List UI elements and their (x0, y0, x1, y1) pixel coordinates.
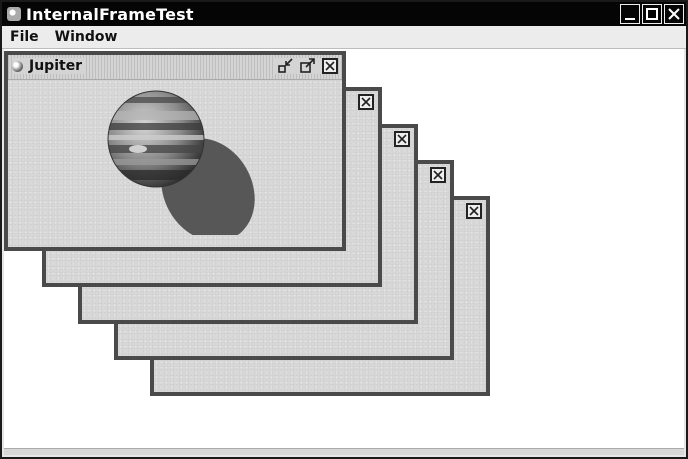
iconify-icon[interactable] (278, 58, 294, 74)
close-icon[interactable] (430, 167, 446, 183)
app-icon[interactable] (7, 7, 21, 21)
maximize-icon[interactable] (300, 58, 316, 74)
minimize-icon[interactable] (620, 4, 640, 24)
planet-icon[interactable] (12, 60, 23, 72)
horizontal-scrollbar[interactable] (4, 448, 684, 455)
close-icon[interactable] (466, 203, 482, 219)
internal-frame-jupiter[interactable]: Jupiter (4, 51, 346, 251)
jupiter-image (98, 85, 268, 242)
menu-file[interactable]: File (10, 29, 39, 45)
window-titlebar[interactable]: InternalFrameTest (2, 2, 686, 26)
internal-frame-title: Jupiter (29, 58, 83, 74)
menu-bar: File Window (2, 26, 686, 49)
desktop-pane: Jupiter (4, 49, 684, 449)
close-icon[interactable] (394, 131, 410, 147)
close-icon[interactable] (358, 94, 374, 110)
menu-window[interactable]: Window (55, 29, 118, 45)
maximize-icon[interactable] (642, 4, 662, 24)
close-icon[interactable] (664, 4, 684, 24)
internal-frame-titlebar[interactable]: Jupiter (8, 55, 342, 80)
app-window: InternalFrameTest File Window Jupiter (0, 0, 688, 459)
window-title: InternalFrameTest (26, 4, 194, 24)
close-icon[interactable] (322, 58, 338, 74)
